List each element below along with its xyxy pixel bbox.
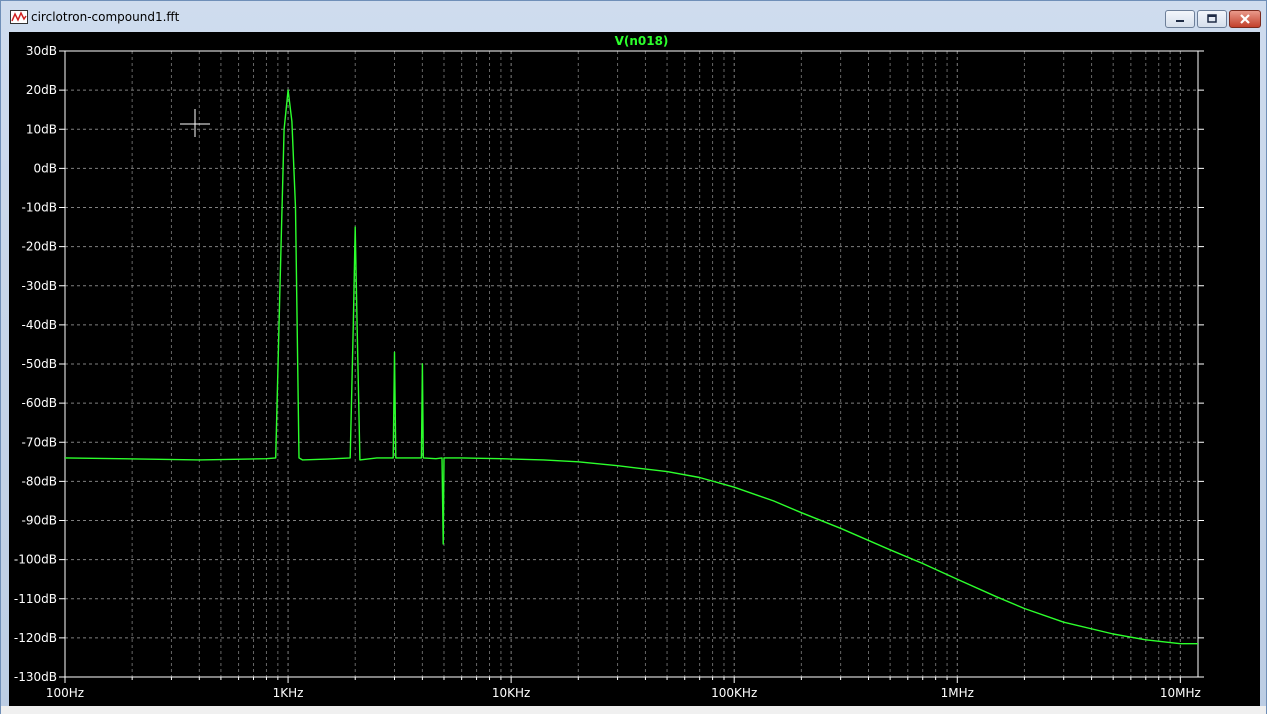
maximize-button[interactable] <box>1197 10 1227 28</box>
y-tick-label: -100dB <box>14 553 57 567</box>
x-tick-label: 1MHz <box>941 686 974 700</box>
y-tick-label: -110dB <box>14 592 57 606</box>
application-window: circlotron-compound1.fft 30dB 20dB 10dB 0dB… <box>0 0 1267 714</box>
close-button[interactable] <box>1229 10 1261 28</box>
y-tick-label: -50dB <box>22 357 57 371</box>
trace-name[interactable]: V(n018) <box>615 34 669 48</box>
status-strip <box>1 706 1266 714</box>
x-tick-label: 10KHz <box>492 686 530 700</box>
maximize-icon <box>1207 14 1217 23</box>
y-tick-label: -10dB <box>22 201 57 215</box>
x-tick-label: 100KHz <box>711 686 757 700</box>
plot-pane[interactable]: 30dB 20dB 10dB 0dB -10dB -20dB -30dB -40dB -50dB… <box>9 32 1260 706</box>
plot-background <box>9 32 1260 706</box>
y-tick-label: -120dB <box>14 631 57 645</box>
y-tick-label: -40dB <box>22 318 57 332</box>
x-tick-label: 100Hz <box>46 686 84 700</box>
fft-plot[interactable]: 30dB 20dB 10dB 0dB -10dB -20dB -30dB -40dB -50dB… <box>9 32 1260 706</box>
y-tick-label: -90dB <box>22 514 57 528</box>
y-tick-label: -60dB <box>22 396 57 410</box>
y-tick-label: -70dB <box>22 435 57 449</box>
y-tick-label: 10dB <box>26 122 57 136</box>
waveform-plot-icon <box>10 10 28 24</box>
y-tick-label: -130dB <box>14 670 57 684</box>
y-tick-label: 30dB <box>26 44 57 58</box>
title-bar[interactable]: circlotron-compound1.fft <box>1 1 1266 33</box>
y-tick-label: -20dB <box>22 240 57 254</box>
minimize-button[interactable] <box>1165 10 1195 28</box>
close-icon <box>1240 14 1250 24</box>
y-tick-label: 20dB <box>26 83 57 97</box>
x-tick-label: 1KHz <box>273 686 304 700</box>
x-tick-label: 10MHz <box>1160 686 1201 700</box>
y-tick-label: 0dB <box>34 161 57 175</box>
window-title: circlotron-compound1.fft <box>31 10 180 24</box>
y-tick-label: -30dB <box>22 279 57 293</box>
minimize-icon <box>1176 20 1184 22</box>
y-tick-label: -80dB <box>22 474 57 488</box>
